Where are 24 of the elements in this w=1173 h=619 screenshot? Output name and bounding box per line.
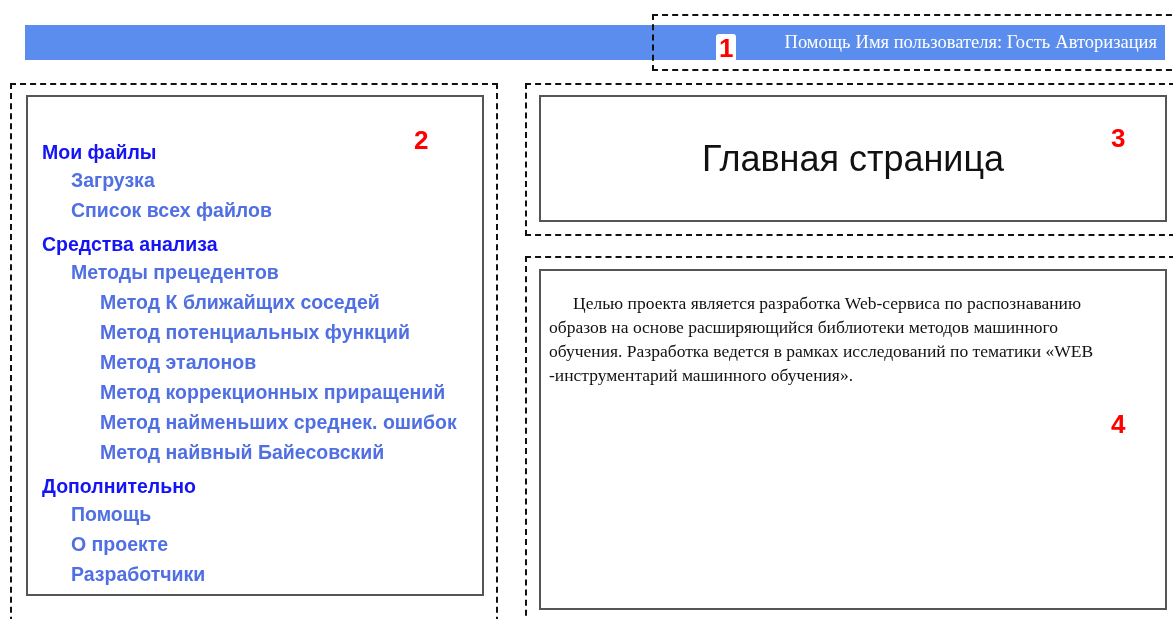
annotation-number: 1 xyxy=(716,34,737,62)
intro-paragraph: Целью проекта является разработка Web-сервиса по распознаванию образов на основе расширяющийся библиотеки методов машинного обучения. Разработка ведется в рамках исследований по тематики «WEB -инструментарий машинного обучения». xyxy=(549,292,1095,387)
nav-link[interactable]: Методы прецедентов xyxy=(28,257,279,287)
nav-link[interactable]: Метод найменьших среднек. ошибок xyxy=(28,407,457,437)
nav-section-link[interactable]: Средства анализа xyxy=(28,231,218,257)
annotation-number: 3 xyxy=(1111,125,1126,151)
header-link[interactable]: Имя пользователя: Гость xyxy=(855,32,1051,53)
nav-link[interactable]: Метод найвный Байесовский xyxy=(28,437,385,467)
nav-link[interactable]: Метод коррекционных приращений xyxy=(28,377,446,407)
nav-link[interactable]: Метод эталонов xyxy=(28,347,257,377)
nav-section-link[interactable]: Мои файлы xyxy=(28,139,157,165)
nav-link[interactable]: Разработчики xyxy=(28,559,206,589)
header-link[interactable]: Авторизация xyxy=(1055,32,1157,53)
annotation-number: 2 xyxy=(414,127,429,153)
header-link[interactable]: Помощь xyxy=(784,32,851,53)
nav-link[interactable]: Помощь xyxy=(28,499,152,529)
page-title: Главная страница xyxy=(701,137,1005,180)
annotation-number: 4 xyxy=(1111,411,1126,437)
nav-link[interactable]: О проекте xyxy=(28,529,169,559)
nav-link[interactable]: Метод К ближайщих соседей xyxy=(28,287,380,317)
nav-link[interactable]: Загрузка xyxy=(28,165,155,195)
nav-link[interactable]: Список всех файлов xyxy=(28,195,272,225)
nav-link[interactable]: Метод потенциальных функций xyxy=(28,317,410,347)
nav-section-link[interactable]: Дополнительно xyxy=(28,473,196,499)
